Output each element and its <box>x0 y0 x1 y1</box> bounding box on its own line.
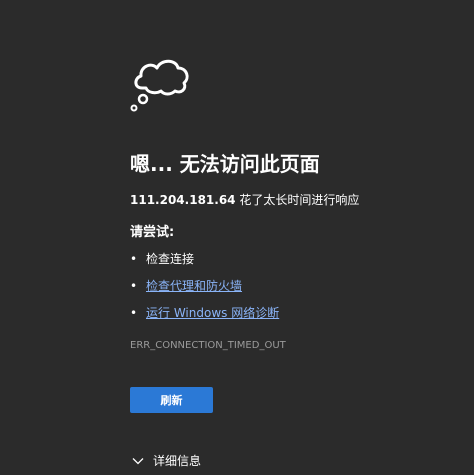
check-proxy-firewall-link[interactable]: 检查代理和防火墙 <box>146 279 242 293</box>
page-title: 嗯... 无法访问此页面 <box>130 152 320 176</box>
suggestion-label: 检查连接 <box>146 252 195 266</box>
host-address: 111.204.181.64 <box>130 193 236 207</box>
error-message: 111.204.181.64 花了太长时间进行响应 <box>130 192 359 208</box>
try-heading: 请尝试: <box>130 225 175 240</box>
suggestion-network-diagnostics: • 运行 Windows 网络诊断 <box>130 305 279 332</box>
details-label: 详细信息 <box>153 454 202 468</box>
refresh-button[interactable]: 刷新 <box>130 387 213 413</box>
chevron-down-icon <box>132 458 144 465</box>
bullet: • <box>130 252 138 266</box>
bullet: • <box>130 306 138 320</box>
suggestion-check-connection: • 检查连接 <box>130 251 279 278</box>
suggestion-check-proxy-firewall: • 检查代理和防火墙 <box>130 278 279 305</box>
details-toggle[interactable]: 详细信息 <box>132 452 201 470</box>
error-code: ERR_CONNECTION_TIMED_OUT <box>130 340 286 351</box>
cloud-icon <box>130 59 189 112</box>
error-page: 嗯... 无法访问此页面 111.204.181.64 花了太长时间进行响应 请… <box>0 0 474 475</box>
run-network-diagnostics-link[interactable]: 运行 Windows 网络诊断 <box>146 306 279 320</box>
message-text: 花了太长时间进行响应 <box>235 193 360 207</box>
bullet: • <box>130 279 138 293</box>
suggestion-list: • 检查连接 • 检查代理和防火墙 • 运行 Windows 网络诊断 <box>130 251 279 332</box>
